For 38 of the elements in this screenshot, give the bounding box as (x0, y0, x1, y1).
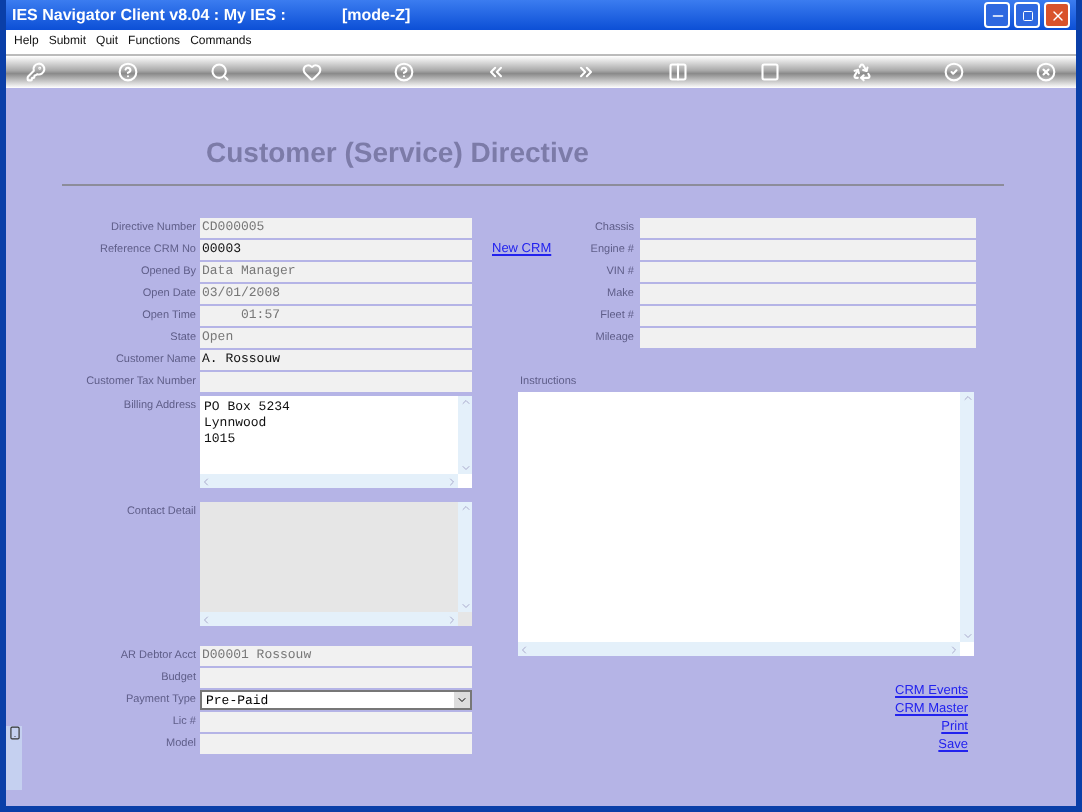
double-chevron-left-icon[interactable] (485, 62, 506, 82)
vertical-scrollbar[interactable] (458, 396, 472, 474)
close-button[interactable] (1044, 2, 1070, 28)
horizontal-scrollbar[interactable] (200, 474, 458, 488)
input-field[interactable] (200, 734, 472, 754)
input-field[interactable] (640, 218, 976, 238)
input-field[interactable] (200, 372, 472, 392)
side-tab[interactable] (6, 726, 22, 790)
instructions-field[interactable] (518, 392, 974, 656)
help-icon[interactable] (117, 62, 138, 82)
form-heading: Customer (Service) Directive (206, 136, 591, 168)
input-field[interactable] (200, 712, 472, 732)
heart-icon[interactable] (301, 62, 322, 82)
window-title: IES Navigator Client v8.04 : My IES : (12, 6, 286, 24)
input-field[interactable] (640, 306, 976, 326)
input-field[interactable] (640, 328, 976, 348)
search-icon[interactable] (209, 62, 230, 82)
close-icon[interactable] (1035, 62, 1056, 82)
double-chevron-right-icon[interactable] (576, 62, 597, 82)
horizontal-scrollbar[interactable] (518, 642, 960, 656)
input-field[interactable] (640, 240, 976, 260)
phone-icon (7, 726, 21, 740)
close-icon (1049, 7, 1065, 23)
input-field[interactable] (200, 668, 472, 688)
maximize-icon (1021, 9, 1033, 21)
key-icon[interactable] (26, 62, 46, 82)
input-field[interactable] (640, 284, 976, 304)
check-icon[interactable] (944, 62, 965, 82)
vertical-scrollbar[interactable] (960, 392, 974, 642)
maximize-button[interactable] (1014, 2, 1040, 28)
square-icon[interactable] (760, 62, 781, 82)
help-icon[interactable] (393, 62, 414, 82)
input-field[interactable] (640, 262, 976, 282)
recycle-icon[interactable] (852, 62, 873, 82)
mode-label: [mode-Z] (341, 6, 411, 24)
dropdown-icon (454, 692, 470, 708)
minimize-button[interactable] (984, 2, 1010, 28)
columns-icon[interactable] (668, 62, 689, 82)
